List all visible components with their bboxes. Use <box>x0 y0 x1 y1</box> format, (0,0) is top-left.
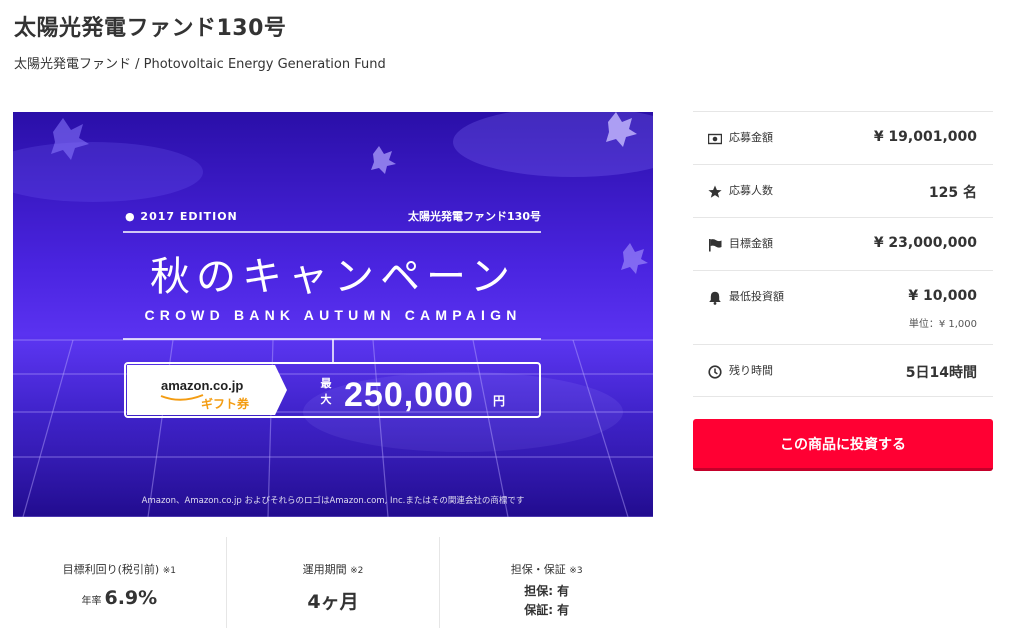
collateral-values: 担保: 有 保証: 有 <box>440 582 653 620</box>
yield-label-text: 目標利回り(税引前) <box>62 563 160 576</box>
money-icon <box>708 133 722 145</box>
bell-icon <box>709 291 721 305</box>
gift-label: ギフト券 <box>201 396 250 411</box>
stat-value: ¥ 23,000,000 <box>873 235 977 251</box>
stat-raised: 応募金額 ¥ 19,001,000 <box>693 111 993 164</box>
collateral-info: 担保・保証 ※3 担保: 有 保証: 有 <box>440 537 653 628</box>
invest-button[interactable]: この商品に投資する <box>693 419 993 471</box>
page-subtitle: 太陽光発電ファンド / Photovoltaic Energy Generati… <box>14 57 386 72</box>
stat-unit-note: 単位：¥ 1,000 <box>908 319 977 330</box>
guarantee-line: 保証: 有 <box>524 603 570 617</box>
banner-artwork: amazon.co.jp ギフト券 ● 2017 EDITION 太陽光発電ファ… <box>13 112 653 517</box>
banner-fund-name: 太陽光発電ファンド130号 <box>407 209 541 223</box>
period-value: 4ヶ月 <box>307 591 359 613</box>
max-label-top: 最 <box>321 377 333 390</box>
campaign-subtitle: CROWD BANK AUTUMN CAMPAIGN <box>144 307 521 323</box>
stat-label: 目標金額 <box>729 237 773 250</box>
trademark-disclaimer: Amazon、Amazon.co.jp およびそれらのロゴはAmazon.com… <box>142 495 525 506</box>
collateral-line: 担保: 有 <box>524 584 570 598</box>
yield-rate: 6.9% <box>104 587 158 609</box>
cloud-shape <box>13 142 203 202</box>
campaign-title: 秋のキャンペーン <box>150 254 516 300</box>
fund-stats: 応募金額 ¥ 19,001,000 応募人数 125 名 目標金額 ¥ 23,0… <box>693 111 993 397</box>
period-info: 運用期間 ※2 4ヶ月 <box>227 537 441 628</box>
page-title: 太陽光発電ファンド130号 <box>14 16 287 41</box>
stat-target: 目標金額 ¥ 23,000,000 <box>693 217 993 270</box>
yield-note-link[interactable]: ※1 <box>163 566 176 576</box>
campaign-banner[interactable]: amazon.co.jp ギフト券 ● 2017 EDITION 太陽光発電ファ… <box>13 112 653 517</box>
stat-label: 応募人数 <box>729 184 773 197</box>
stat-label: 最低投資額 <box>729 290 784 303</box>
stat-value: ¥ 19,001,000 <box>873 129 977 145</box>
yield-label: 目標利回り(税引前) ※1 <box>13 561 226 577</box>
amazon-logo: amazon.co.jp <box>161 378 243 393</box>
prize-unit: 円 <box>493 394 505 408</box>
yield-prefix: 年率 <box>81 596 102 607</box>
yield-info: 目標利回り(税引前) ※1 年率 6.9% <box>13 537 227 628</box>
leaf-icon <box>621 243 648 274</box>
collateral-note-link[interactable]: ※3 <box>569 566 582 576</box>
stat-label: 応募金額 <box>729 131 773 144</box>
stat-remaining: 残り時間 5日14時間 <box>693 344 993 397</box>
leaf-icon <box>371 146 396 174</box>
max-label-bottom: 大 <box>321 392 332 406</box>
collateral-label: 担保・保証 ※3 <box>440 561 653 577</box>
stat-investors: 応募人数 125 名 <box>693 164 993 217</box>
collateral-label-text: 担保・保証 <box>510 563 566 576</box>
yield-value: 年率 6.9% <box>13 587 226 609</box>
prize-amount: 250,000 <box>344 376 474 414</box>
period-label-text: 運用期間 <box>302 563 347 576</box>
period-note-link[interactable]: ※2 <box>350 566 363 576</box>
period-label: 運用期間 ※2 <box>227 561 440 577</box>
stat-value: 125 名 <box>928 185 977 201</box>
stat-value: 5日14時間 <box>905 365 977 381</box>
stat-minimum: 最低投資額 ¥ 10,000 単位：¥ 1,000 <box>693 270 993 344</box>
clock-icon <box>708 365 722 379</box>
edition-label: ● 2017 EDITION <box>125 210 238 223</box>
fund-terms: 目標利回り(税引前) ※1 年率 6.9% 運用期間 ※2 4ヶ月 担保・保証 ※… <box>13 537 653 628</box>
flag-icon <box>709 239 722 252</box>
star-icon <box>708 185 722 198</box>
stat-value: ¥ 10,000 <box>908 288 977 304</box>
solar-panel-grid <box>13 339 653 517</box>
stat-label: 残り時間 <box>729 364 773 377</box>
